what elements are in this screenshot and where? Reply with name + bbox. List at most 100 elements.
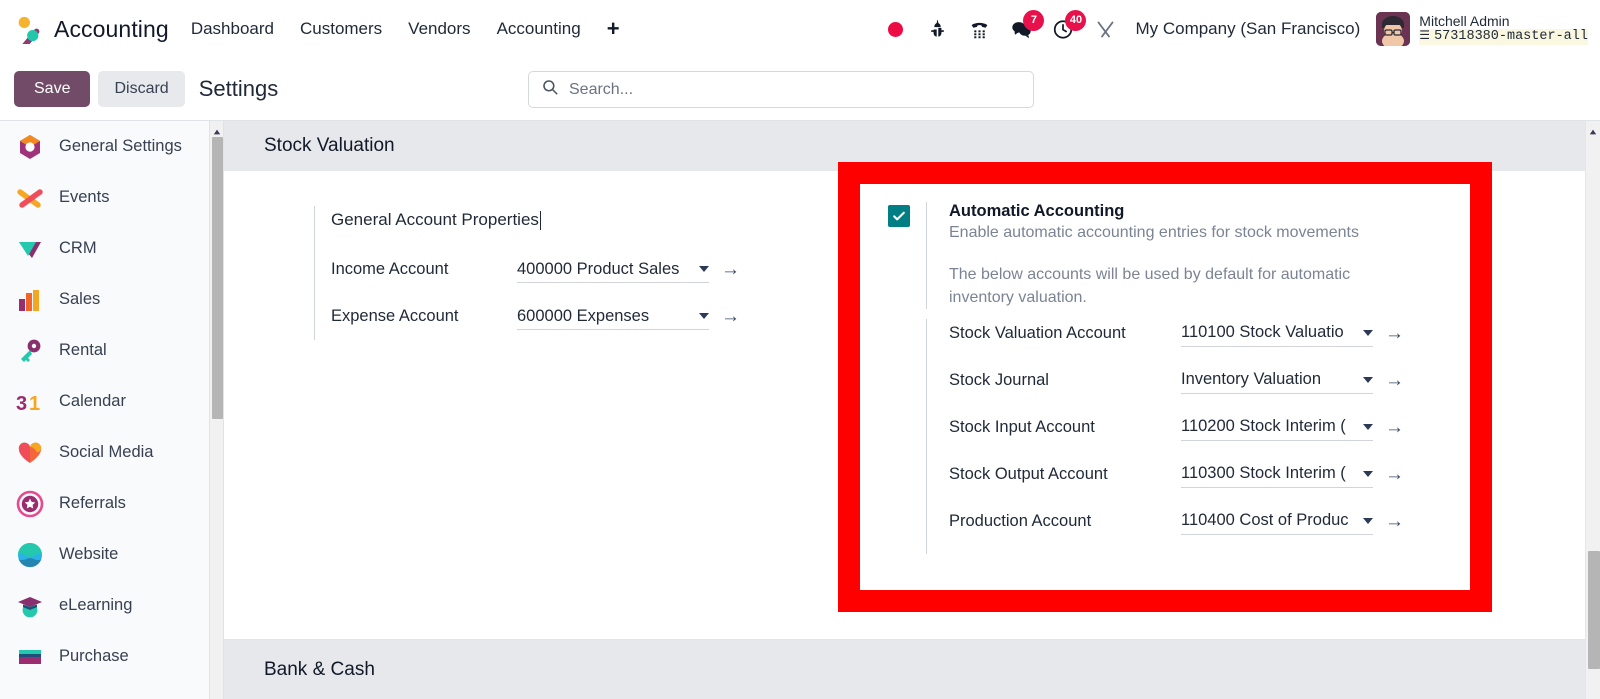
body: General Settings Events CRM Sales Rental 3 1 Ca… — [0, 120, 1600, 699]
account-select-value: 110200 Stock Interim ( — [1181, 417, 1346, 436]
sidebar-item-label: Website — [59, 545, 119, 563]
field-row: Production Account 110400 Cost of Produc → — [949, 507, 1470, 554]
account-select-value: Inventory Valuation — [1181, 370, 1322, 389]
field-row: Expense Account 600000 Expenses → — [331, 293, 784, 340]
account-select[interactable]: 110400 Cost of Produc — [1181, 507, 1373, 536]
messages-icon[interactable]: 7 — [1009, 10, 1045, 42]
database-icon: ☰ — [1419, 29, 1431, 44]
field-row: Stock Input Account 110200 Stock Interim … — [949, 413, 1470, 460]
nav-link-customers[interactable]: Customers — [300, 19, 382, 39]
recording-dot-icon[interactable] — [883, 16, 907, 42]
sidebar-item-sales[interactable]: Sales — [0, 274, 223, 325]
sidebar-item-elearning[interactable]: eLearning — [0, 580, 223, 631]
field-row: Stock Valuation Account 110100 Stock Valu… — [949, 319, 1470, 366]
account-select-value: 400000 Product Sales — [517, 259, 680, 278]
field-label: Stock Valuation Account — [949, 324, 1126, 343]
account-select[interactable]: Inventory Valuation — [1181, 366, 1373, 395]
avatar — [1376, 12, 1411, 46]
phone-dialpad-icon[interactable] — [967, 16, 991, 42]
search-icon — [541, 78, 559, 101]
save-button[interactable]: Save — [14, 71, 91, 107]
sidebar-item-events[interactable]: Events — [0, 172, 223, 223]
bug-icon[interactable] — [925, 16, 949, 42]
field-row: Income Account 400000 Product Sales → — [331, 246, 784, 293]
chevron-down-icon[interactable] — [1363, 517, 1373, 524]
referrals-star-icon — [16, 490, 44, 518]
brand[interactable]: Accounting — [14, 14, 169, 51]
sidebar-item-general-settings[interactable]: General Settings — [0, 121, 223, 172]
chevron-down-icon[interactable] — [699, 313, 709, 319]
internal-link-arrow-icon[interactable]: → — [1385, 324, 1404, 343]
chevron-down-icon[interactable] — [1363, 423, 1373, 430]
account-select-value: 600000 Expenses — [517, 306, 650, 325]
internal-link-arrow-icon[interactable]: → — [1385, 512, 1404, 531]
search-placeholder: Search... — [569, 80, 634, 98]
sidebar-scrollbar-thumb[interactable] — [212, 137, 223, 419]
automatic-accounting-note: The below accounts will be used by defau… — [949, 266, 1351, 306]
activities-badge: 40 — [1065, 10, 1087, 31]
company-switcher[interactable]: My Company (San Francisco) — [1135, 19, 1360, 39]
content-scroll-up-arrow-icon[interactable] — [1589, 123, 1597, 135]
sidebar-item-referrals[interactable]: Referrals — [0, 478, 223, 529]
sidebar-item-label: Social Media — [59, 443, 154, 461]
nav-link-dashboard[interactable]: Dashboard — [191, 19, 274, 39]
sidebar-scrollbar[interactable] — [209, 121, 223, 699]
account-select[interactable]: 110100 Stock Valuatio — [1181, 319, 1373, 348]
field-row: Stock Output Account 110300 Stock Interim… — [949, 460, 1470, 507]
sidebar-item-website[interactable]: Website — [0, 529, 223, 580]
account-select-value: 110100 Stock Valuatio — [1181, 323, 1344, 342]
content-scrollbar-thumb[interactable] — [1588, 551, 1600, 669]
sidebar-item-social-media[interactable]: Social Media — [0, 427, 223, 478]
sidebar-item-rental[interactable]: Rental — [0, 325, 223, 376]
activities-clock-icon[interactable]: 40 — [1051, 10, 1087, 42]
field-label: Income Account — [331, 260, 449, 278]
automatic-accounting-subtitle: Enable automatic accounting entries for … — [949, 224, 1359, 241]
automatic-accounting-title: Automatic Accounting — [949, 202, 1125, 220]
sidebar-item-crm[interactable]: CRM — [0, 223, 223, 274]
calendar-31-icon: 31 — [16, 388, 44, 416]
internal-link-arrow-icon[interactable]: → — [1385, 371, 1404, 390]
field-label: Stock Journal — [949, 371, 1049, 390]
svg-text:3: 3 — [16, 393, 27, 415]
sidebar-item-label: Rental — [59, 341, 107, 359]
discard-button[interactable]: Discard — [98, 71, 185, 107]
field-label: Expense Account — [331, 307, 459, 325]
nav-link-vendors[interactable]: Vendors — [408, 19, 470, 39]
social-heart-icon — [16, 439, 44, 467]
internal-link-arrow-icon[interactable]: → — [721, 307, 740, 326]
automatic-accounting-checkbox[interactable] — [888, 205, 910, 227]
field-row: Stock Journal Inventory Valuation → — [949, 366, 1470, 413]
search-input[interactable]: Search... — [528, 71, 1034, 108]
internal-link-arrow-icon[interactable]: → — [1385, 465, 1404, 484]
events-app-icon — [16, 184, 44, 212]
chevron-down-icon[interactable] — [1363, 329, 1373, 336]
sidebar-item-purchase[interactable]: Purchase — [0, 631, 223, 682]
top-navbar: Accounting Dashboard Customers Vendors A… — [0, 0, 1600, 58]
scroll-up-arrow-icon[interactable] — [213, 123, 221, 135]
rental-key-icon — [16, 337, 44, 365]
content-scrollbar[interactable] — [1585, 121, 1600, 699]
chevron-down-icon[interactable] — [1363, 470, 1373, 477]
chevron-down-icon[interactable] — [699, 266, 709, 272]
nav-more-plus-icon[interactable]: + — [607, 18, 620, 40]
field-label: Stock Input Account — [949, 418, 1095, 437]
account-select[interactable]: 110200 Stock Interim ( — [1181, 413, 1373, 442]
group-title-label: General Account Properties — [331, 210, 539, 229]
nav-link-accounting[interactable]: Accounting — [497, 19, 581, 39]
account-select-value: 110400 Cost of Produc — [1181, 511, 1349, 530]
chevron-down-icon[interactable] — [1363, 376, 1373, 383]
tools-wrench-icon[interactable] — [1093, 16, 1117, 42]
brand-name: Accounting — [54, 15, 169, 42]
account-select[interactable]: 600000 Expenses — [517, 303, 709, 330]
automatic-accounting-row: Automatic Accounting Enable automatic ac… — [888, 202, 1470, 310]
account-select[interactable]: 400000 Product Sales — [517, 256, 709, 283]
sidebar-item-label: CRM — [59, 239, 97, 257]
user-menu[interactable]: Mitchell Admin ☰ 57318380-master-all — [1376, 12, 1588, 46]
field-label: Stock Output Account — [949, 465, 1108, 484]
account-select[interactable]: 110300 Stock Interim ( — [1181, 460, 1373, 489]
user-name: Mitchell Admin — [1419, 13, 1510, 30]
account-select-value: 110300 Stock Interim ( — [1181, 464, 1346, 483]
internal-link-arrow-icon[interactable]: → — [721, 260, 740, 279]
internal-link-arrow-icon[interactable]: → — [1385, 418, 1404, 437]
sidebar-item-calendar[interactable]: 3 1 Calendar — [0, 376, 223, 427]
